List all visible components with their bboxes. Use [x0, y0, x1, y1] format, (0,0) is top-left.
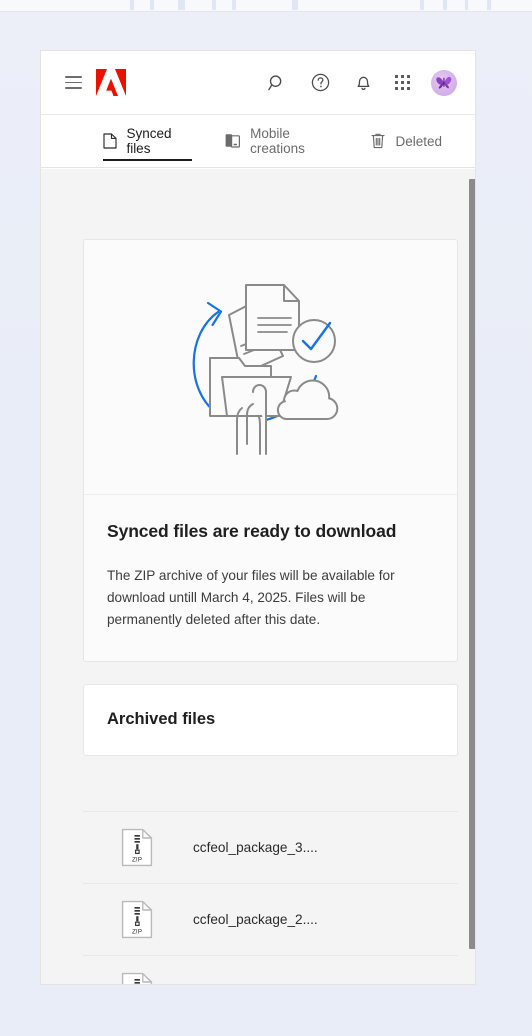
notifications-icon[interactable]	[352, 72, 374, 94]
archived-files-body: Archived files	[84, 685, 457, 755]
tab-synced-files[interactable]: Synced files	[103, 115, 193, 167]
archived-file-list: ZIP ccfeol_package_3.... ZIP ccfeol_pack…	[83, 811, 458, 985]
hero-body: Synced files are ready to download The Z…	[84, 495, 457, 661]
tab-mark	[487, 0, 491, 10]
trash-icon	[370, 133, 386, 149]
header-left-group	[65, 69, 126, 96]
content-scroll-area: Synced files are ready to download The Z…	[41, 169, 475, 985]
butterfly-icon	[436, 76, 452, 89]
sync-to-cloud-illustration	[84, 240, 457, 495]
file-name: ccfeol_package_2....	[193, 912, 318, 927]
archived-files-title: Archived files	[107, 710, 216, 728]
tab-mark	[178, 0, 185, 10]
file-name: ccfeol_package_1.zip	[193, 984, 324, 985]
tab-deleted[interactable]: Deleted	[370, 115, 442, 167]
mobile-icon	[225, 133, 241, 149]
adobe-logo-icon[interactable]	[96, 69, 126, 96]
tab-mark	[232, 0, 236, 10]
synced-files-ready-card: Synced files are ready to download The Z…	[83, 239, 458, 662]
tab-mark	[420, 0, 424, 10]
tab-mobile-creations[interactable]: Mobile creations	[225, 115, 337, 167]
tab-mark	[150, 0, 154, 10]
tab-label: Deleted	[395, 133, 442, 149]
zip-file-icon: ZIP	[121, 900, 153, 939]
content-inner: Synced files are ready to download The Z…	[41, 239, 475, 985]
tab-mark	[443, 0, 447, 10]
page-title: Synced files are ready to download	[107, 521, 397, 541]
archived-files-card: Archived files	[83, 684, 458, 756]
app-window: Synced files Mobile creations Deleted Sy…	[40, 50, 476, 985]
hamburger-menu-icon[interactable]	[65, 76, 82, 89]
tab-label: Mobile creations	[250, 126, 305, 156]
hero-description: The ZIP archive of your files will be av…	[107, 568, 395, 627]
zip-label: ZIP	[132, 857, 142, 864]
tab-mark	[465, 0, 468, 10]
vertical-scrollbar-track[interactable]	[467, 169, 475, 984]
header-actions	[266, 69, 457, 96]
vertical-scrollbar-thumb[interactable]	[469, 179, 475, 949]
tab-label: Synced files	[126, 126, 172, 156]
search-icon[interactable]	[266, 72, 288, 94]
zip-file-icon: ZIP	[121, 828, 153, 867]
list-item[interactable]: ZIP ccfeol_package_1.zip	[83, 955, 458, 985]
tab-mark	[130, 0, 134, 10]
global-header	[41, 51, 475, 115]
zip-file-icon: ZIP	[121, 972, 153, 984]
app-switcher-icon[interactable]	[395, 75, 410, 90]
list-item[interactable]: ZIP ccfeol_package_2....	[83, 883, 458, 955]
tab-mark	[292, 0, 298, 10]
help-icon[interactable]	[309, 72, 331, 94]
tab-bar: Synced files Mobile creations Deleted	[41, 115, 475, 168]
avatar[interactable]	[431, 69, 457, 96]
tab-mark	[212, 0, 216, 10]
zip-label: ZIP	[132, 929, 142, 936]
list-item[interactable]: ZIP ccfeol_package_3....	[83, 811, 458, 883]
browser-tab-strip	[0, 0, 532, 12]
file-name: ccfeol_package_3....	[193, 840, 318, 855]
document-icon	[103, 133, 117, 149]
